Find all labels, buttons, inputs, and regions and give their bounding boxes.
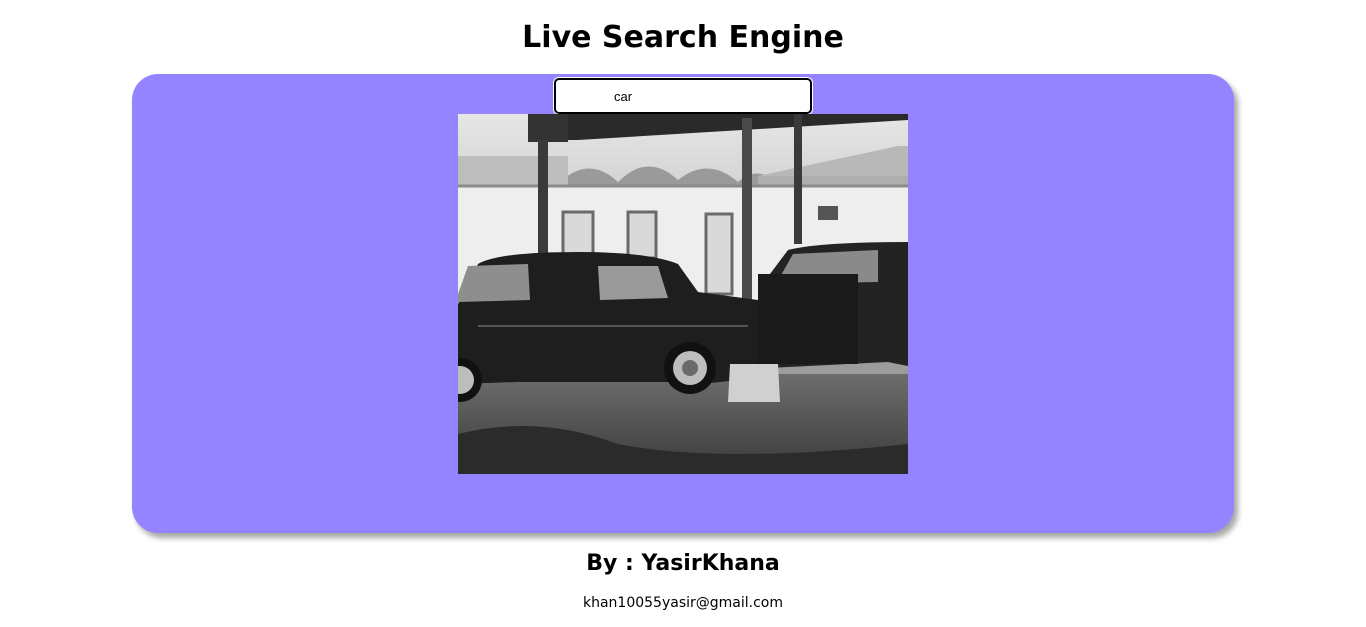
car-photo-image [458,114,908,474]
search-result-image [458,114,908,474]
search-input[interactable] [554,78,812,114]
author-email: khan10055yasir@gmail.com [582,595,783,611]
author-credit: By : YasirKhana [586,551,780,576]
page-title: Live Search Engine [522,20,844,55]
